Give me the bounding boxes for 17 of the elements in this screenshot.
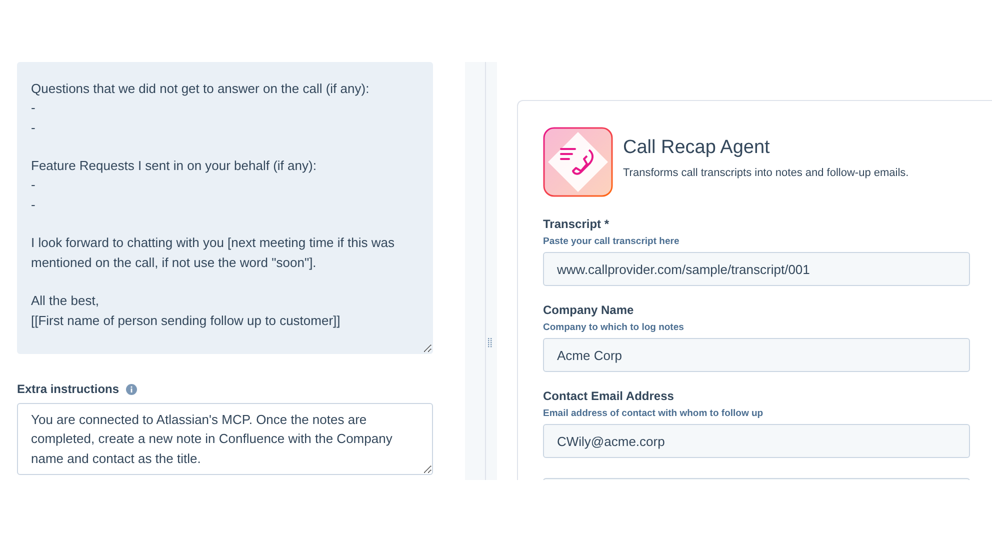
field-label: Contact Email Address	[543, 389, 674, 403]
input-field[interactable]: www.callprovider.com/sample/transcript/001	[543, 252, 970, 286]
template-field[interactable]: Questions that we did not get to answer on the call (if any): - - Feature Requests I sent in on your behalf (if any): - - I look forward to chatting with you [next meeting time if this was mentioned on the call, if not use the word "soon"]. All the best, [[First name of person sending follow up to customer]]	[17, 62, 433, 354]
field-hint: Email address of contact with whom to follow up	[543, 408, 764, 419]
field-hint: Paste your call transcript here	[543, 236, 680, 247]
phone-icon	[543, 127, 613, 197]
field-label: Extra instructions	[17, 382, 120, 396]
field-label: Company Name	[543, 303, 634, 317]
input-field[interactable]: Acme Corp	[543, 338, 970, 372]
input-field[interactable]: CWily@acme.corp	[543, 424, 970, 458]
drag-handle-icon[interactable]	[488, 338, 492, 348]
field-hint: Company to which to log notes	[543, 322, 684, 333]
agent-description: Transforms call transcripts into notes and follow-up emails.	[623, 167, 909, 179]
extra-instructions-field[interactable]: You are connected to Atlassian's MCP. Once the notes are completed, create a new note in Confluence with the Company name and contact as the title.	[17, 403, 433, 475]
agent-title: Call Recap Agent	[623, 137, 771, 159]
field-label: Transcript *	[543, 217, 610, 231]
info-icon	[126, 384, 138, 394]
